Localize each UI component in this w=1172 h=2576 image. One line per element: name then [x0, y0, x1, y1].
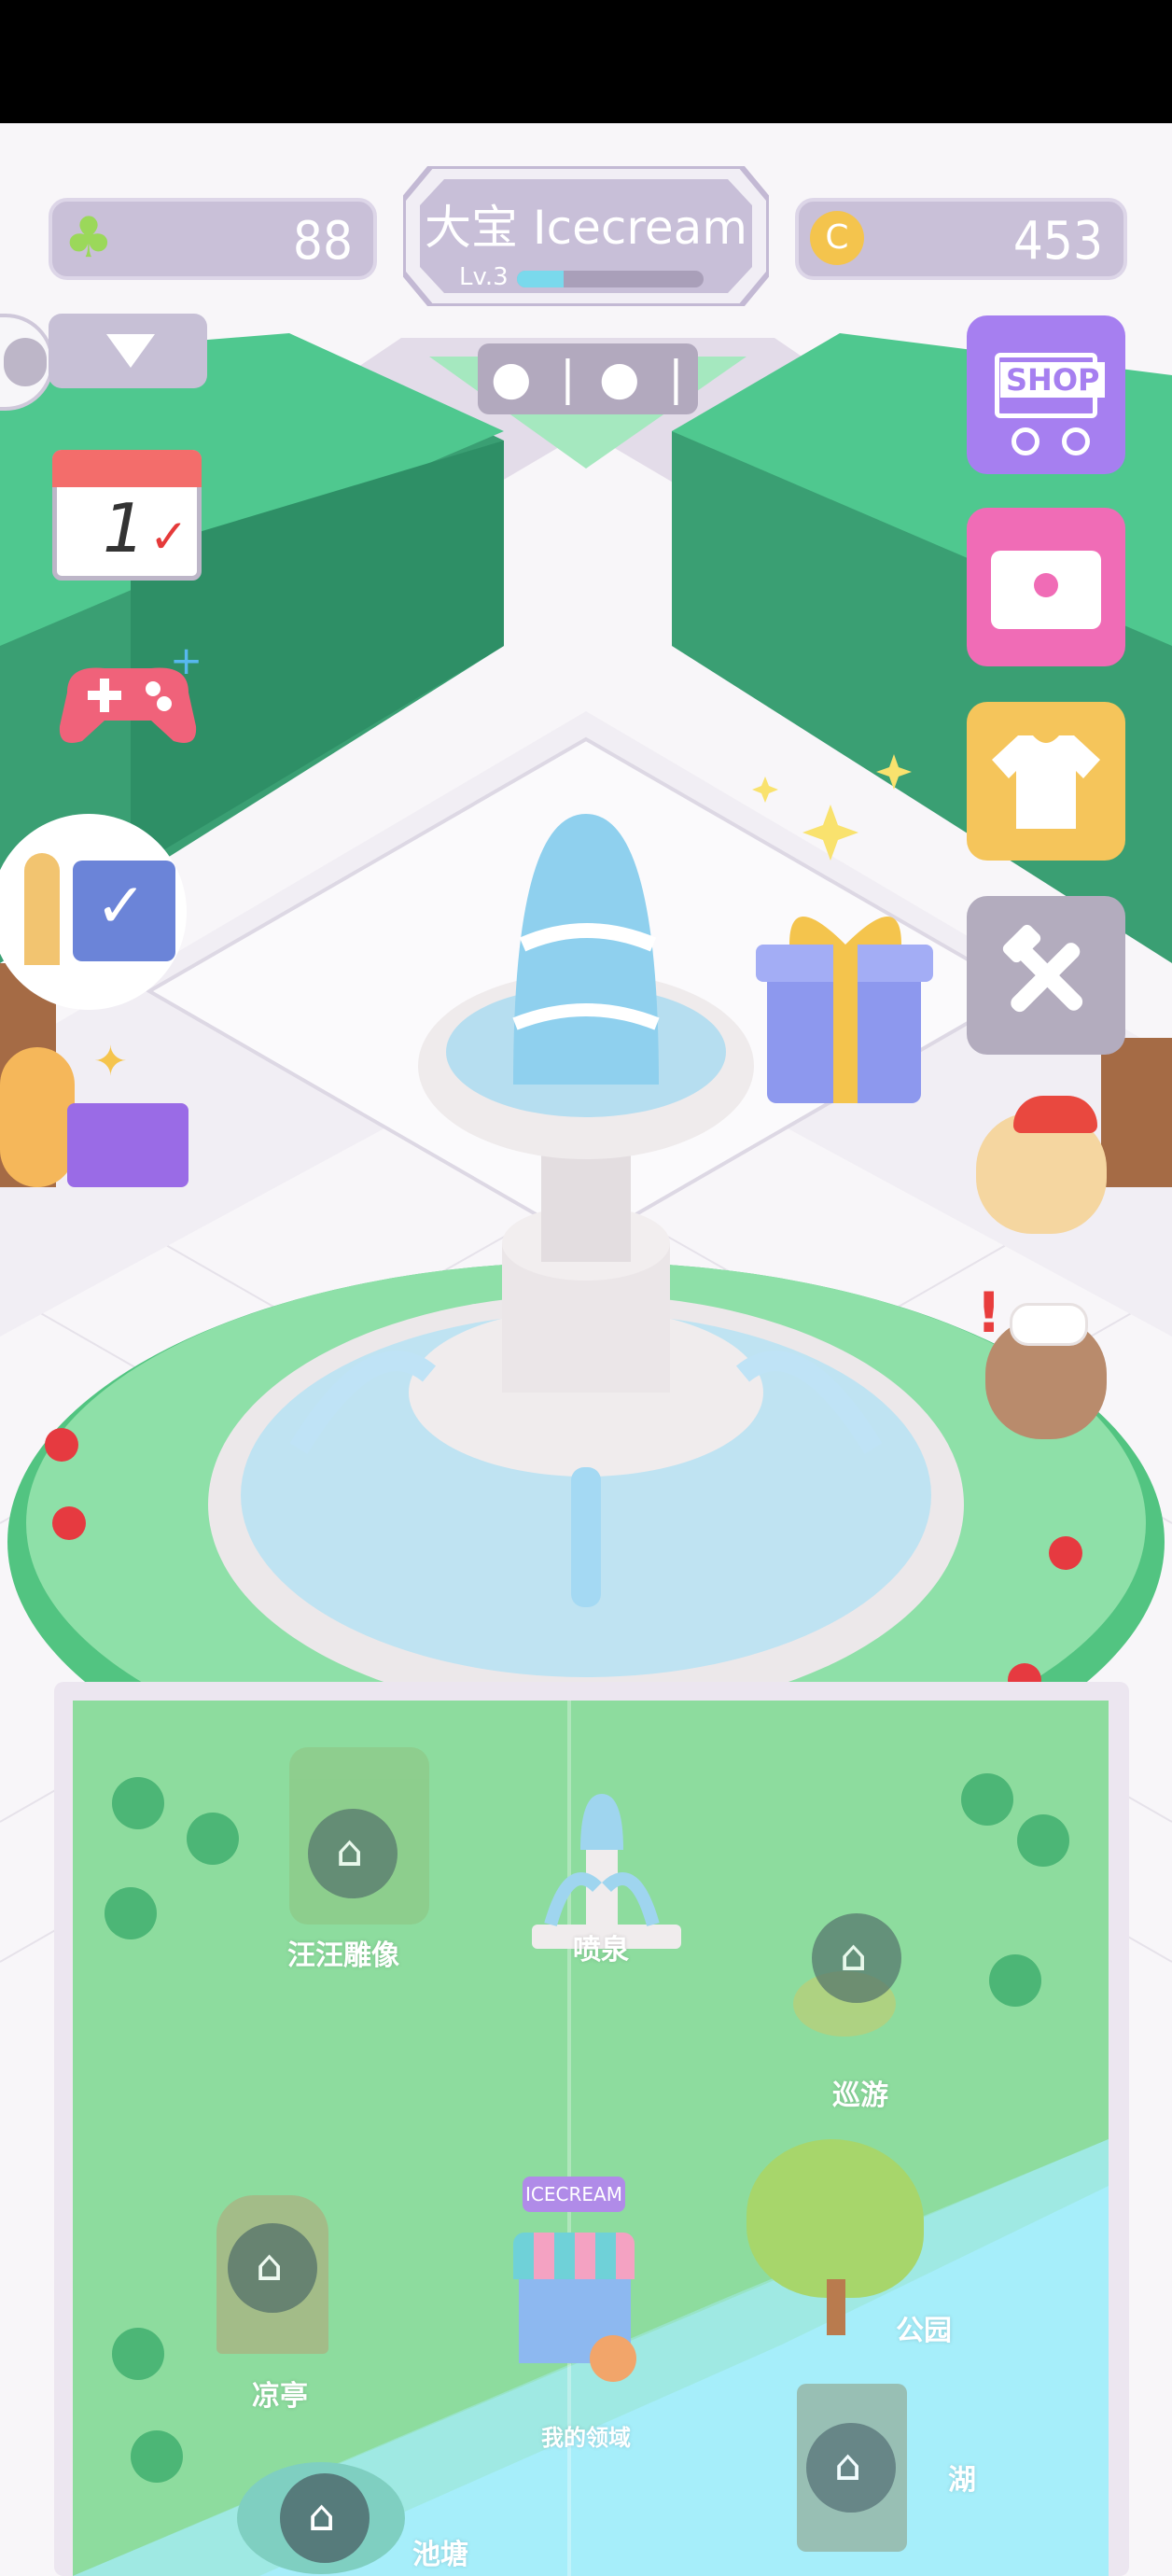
dog-statue-label: 汪汪雕像	[287, 1939, 399, 1972]
fountain-label: 喷泉	[573, 1934, 629, 1967]
wardrobe-button[interactable]	[967, 702, 1125, 861]
coin-count: 453	[1012, 211, 1103, 272]
level-progress-fill	[517, 271, 564, 287]
lake-label: 湖	[948, 2464, 976, 2497]
lock-icon: ⌂	[806, 2423, 896, 2513]
level-progress-bar	[517, 271, 704, 287]
chef-hat-icon	[1010, 1303, 1088, 1346]
cart-wheel	[1012, 427, 1039, 455]
task-calendar-icon: ✓	[73, 861, 175, 961]
t-shirt-icon	[992, 735, 1100, 829]
clover-count: 88	[292, 211, 353, 272]
level-label: Lv.3	[459, 263, 509, 291]
dog-npc-avatar[interactable]	[967, 1085, 1116, 1253]
treasure-chest-button[interactable]	[967, 508, 1125, 666]
coin-counter[interactable]: C 453	[795, 198, 1127, 280]
dog-icon: ●	[491, 351, 532, 405]
dog-statue-location[interactable]: ⌂	[289, 1747, 429, 1925]
shop-label: SHOP	[1000, 362, 1106, 398]
divider: |	[668, 351, 684, 405]
game-scene: ♣ 88 大宝 Icecream Lv.3 C 453 1 ✓ + ✓ ✦ SH…	[0, 123, 1172, 2576]
cart-wheel	[1062, 427, 1090, 455]
ice-cream-icon	[24, 853, 60, 965]
tree-icon	[746, 2139, 924, 2298]
svg-text:+: +	[170, 637, 202, 683]
my-domain-label: 我的领域	[541, 2425, 631, 2451]
lock-icon: ⌂	[308, 1809, 398, 1898]
pond-label: 池塘	[412, 2539, 468, 2571]
divider: |	[560, 351, 576, 405]
lake-location[interactable]: ⌂	[791, 2374, 913, 2561]
coin-icon: C	[810, 211, 864, 265]
cart-awning	[513, 2233, 635, 2279]
chevron-down-icon	[106, 334, 155, 368]
cat-character	[0, 1047, 75, 1187]
open-box-icon	[67, 1103, 188, 1187]
sparkle-icon: ✦	[93, 1038, 128, 1085]
park-label: 公园	[896, 2315, 952, 2347]
daily-checkin-button[interactable]: 1 ✓	[52, 431, 205, 581]
gift-box-icon	[756, 917, 933, 1103]
clover-icon: ♣	[63, 205, 114, 271]
parade-location[interactable]: ⌂	[784, 1859, 914, 2046]
pet-switch[interactable]: ● | ● |	[478, 343, 698, 414]
task-check-icon: ✓	[95, 870, 147, 942]
check-mark-icon: ✓	[149, 510, 188, 564]
cart-sign: ICECREAM	[523, 2177, 625, 2212]
parade-label: 巡游	[832, 2079, 888, 2112]
hammer-wrench-icon	[1002, 924, 1083, 1013]
build-tools-button[interactable]	[967, 896, 1125, 1055]
cat-icon: ●	[599, 351, 640, 405]
status-bar	[0, 0, 1172, 123]
beret-icon	[1013, 1096, 1097, 1133]
park-location[interactable]	[746, 2139, 924, 2335]
cart-wheel	[590, 2335, 636, 2382]
calendar-header	[52, 450, 202, 487]
cat-mystery-box[interactable]: ✦	[0, 1001, 196, 1215]
lock-icon: ⌂	[812, 1913, 901, 2003]
minigame-button[interactable]: +	[49, 637, 207, 758]
tree-trunk	[827, 2279, 845, 2335]
pavilion-label: 凉亭	[252, 2380, 308, 2413]
gamepad-icon: +	[59, 637, 202, 743]
clover-counter[interactable]: ♣ 88	[49, 198, 377, 280]
shop-button[interactable]: SHOP	[967, 315, 1125, 474]
my-domain-location[interactable]: ICECREAM	[496, 2177, 655, 2401]
lock-icon: ⌂	[280, 2473, 370, 2563]
player-name: 大宝 Icecream	[425, 201, 747, 255]
pavilion-location[interactable]: ⌂	[207, 2167, 338, 2363]
pause-icon	[4, 338, 47, 386]
player-nameplate[interactable]: 大宝 Icecream Lv.3	[403, 166, 769, 306]
lock-icon: ⌂	[228, 2223, 317, 2313]
calendar-day: 1	[103, 489, 146, 567]
expand-menu-button[interactable]	[49, 314, 207, 388]
pond-location[interactable]: ⌂	[237, 2453, 405, 2576]
chest-lock	[1034, 573, 1058, 597]
alert-icon: !	[976, 1281, 1002, 1346]
cat-chef-npc-avatar[interactable]: !	[967, 1281, 1116, 1467]
